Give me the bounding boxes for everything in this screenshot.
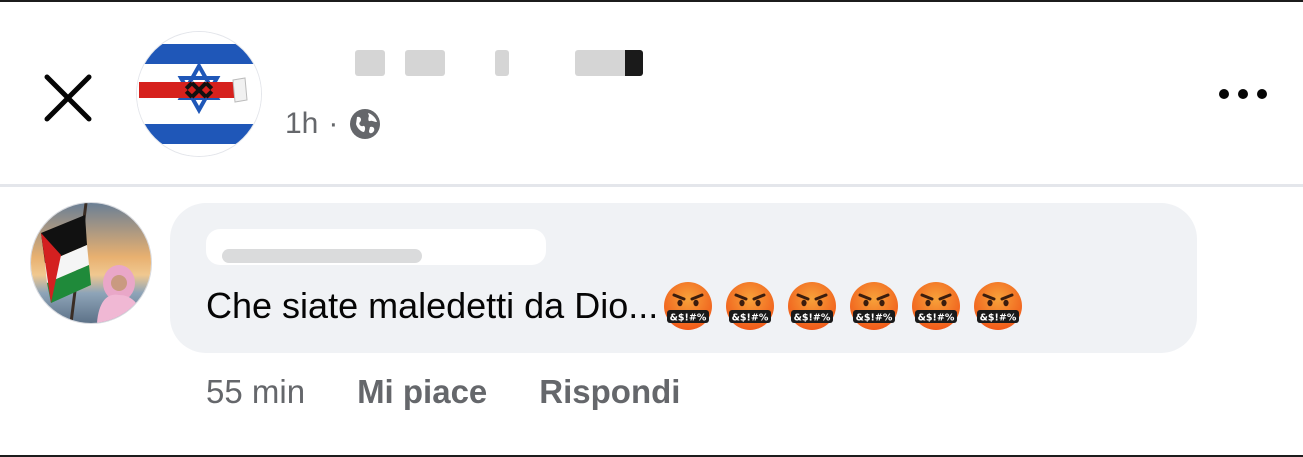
face-with-symbols-on-mouth-icon: &$!#% xyxy=(974,282,1023,330)
meta-separator: · xyxy=(328,107,339,140)
comment-text: Che siate maledetti da Dio... xyxy=(206,285,659,326)
more-horizontal-icon xyxy=(1238,89,1248,99)
header-divider xyxy=(0,184,1303,187)
comment-actions: 55 min Mi piace Rispondi xyxy=(206,366,680,418)
flag-image xyxy=(137,32,261,156)
more-options-button[interactable] xyxy=(1206,72,1280,116)
post-time[interactable]: 1h xyxy=(285,107,318,141)
reply-button[interactable]: Rispondi xyxy=(539,373,680,411)
commenter-avatar[interactable] xyxy=(31,203,151,323)
comment-text-row: Che siate maledetti da Dio... &$!#% &$!#%… xyxy=(206,281,1024,331)
face-with-symbols-on-mouth-icon: &$!#% xyxy=(788,282,837,330)
emoji-symbols-text: &$!#% xyxy=(732,313,769,324)
comment-bubble: Che siate maledetti da Dio... &$!#% &$!#%… xyxy=(170,203,1197,353)
emoji-symbols-text: &$!#% xyxy=(794,313,831,324)
face-with-symbols-on-mouth-icon: &$!#% xyxy=(850,282,899,330)
page-name-redacted[interactable] xyxy=(285,40,645,92)
emoji-symbols-text: &$!#% xyxy=(670,313,707,324)
globe-icon xyxy=(348,107,382,141)
comment-time[interactable]: 55 min xyxy=(206,373,305,411)
more-horizontal-icon xyxy=(1219,89,1229,99)
like-button[interactable]: Mi piace xyxy=(357,373,487,411)
face-with-symbols-on-mouth-icon: &$!#% xyxy=(664,282,713,330)
emoji-symbols-text: &$!#% xyxy=(856,313,893,324)
post-header: 1h · xyxy=(0,2,1303,184)
redacted-text-fragment xyxy=(222,249,422,263)
page-avatar[interactable] xyxy=(137,32,261,156)
more-horizontal-icon xyxy=(1257,89,1267,99)
face-with-symbols-on-mouth-icon: &$!#% xyxy=(726,282,775,330)
emoji-symbols-text: &$!#% xyxy=(918,313,955,324)
profile-photo xyxy=(31,203,151,323)
close-icon xyxy=(44,74,92,122)
close-button[interactable] xyxy=(38,68,98,128)
comment-author-redacted[interactable] xyxy=(206,227,546,269)
emoji-row: &$!#% &$!#% &$!#% &$!#% &$!#% &$!#% xyxy=(662,280,1024,332)
face-with-symbols-on-mouth-icon: &$!#% xyxy=(912,282,961,330)
emoji-symbols-text: &$!#% xyxy=(980,313,1017,324)
post-meta: 1h · xyxy=(285,102,382,146)
redaction-smear xyxy=(285,40,625,86)
